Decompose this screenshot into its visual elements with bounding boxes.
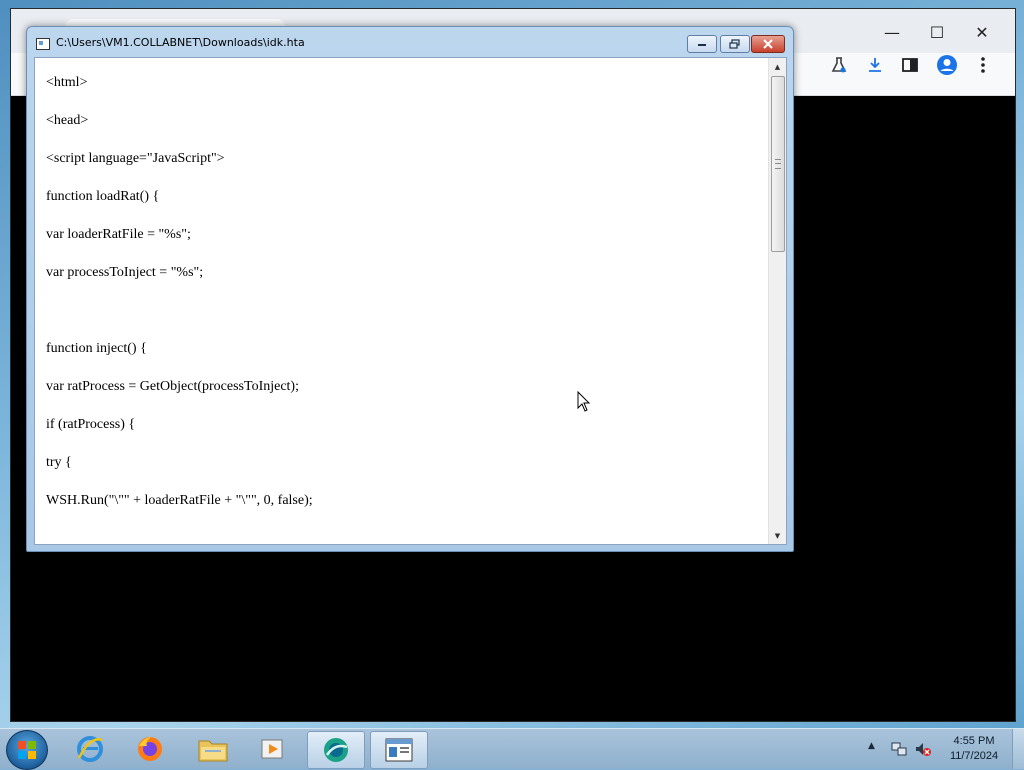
windows-logo-icon [18,741,36,759]
minimize-icon [698,44,706,46]
system-clock[interactable]: 4:55 PM 11/7/2024 [940,734,1008,764]
maximize-button[interactable] [720,35,750,53]
scroll-up-icon[interactable]: ▲ [769,58,786,75]
window-title: C:\Users\VM1.COLLABNET\Downloads\idk.hta [56,36,305,49]
code-line: <html> [46,75,88,90]
code-line: var ratProcess = GetObject(processToInje… [46,379,299,394]
code-line: var processToInject = "%s"; [46,265,204,280]
file-explorer-icon[interactable] [185,731,241,767]
code-line: function loadRat() { [46,189,160,204]
taskbar: ▲ 4:55 PM 11/7/2024 [0,728,1024,770]
mouse-cursor-icon [577,391,591,412]
code-line: function inject() { [46,341,147,356]
hta-content[interactable]: <html> <head> <script language="JavaScri… [34,57,787,545]
browser-icon[interactable] [307,731,365,769]
volume-muted-icon[interactable] [914,740,932,758]
show-hidden-icons-icon[interactable]: ▲ [868,741,875,751]
maximize-icon[interactable]: ☐ [914,19,960,45]
side-panel-icon[interactable] [897,52,923,78]
grip-icon [775,159,781,169]
scroll-thumb[interactable] [771,76,785,252]
code-line: var loaderRatFile = "%s"; [46,227,191,242]
start-button[interactable] [6,730,48,770]
menu-icon[interactable] [970,52,996,78]
clock-date: 11/7/2024 [949,750,999,762]
firefox-icon[interactable] [122,731,178,767]
media-player-icon[interactable] [245,731,301,767]
hta-window: C:\Users\VM1.COLLABNET\Downloads\idk.hta… [26,26,794,552]
close-icon [763,39,773,49]
internet-explorer-icon[interactable] [62,731,118,767]
hta-app-icon [36,38,50,50]
labs-icon[interactable] [826,52,852,78]
code-line: <script language="JavaScript"> [46,151,225,166]
code-line: WSH.Run("\"" + loaderRatFile + "\"", 0, … [46,493,313,508]
minimize-icon[interactable]: — [869,19,915,45]
minimize-button[interactable] [687,35,717,53]
code-line: <head> [46,113,89,128]
show-desktop-button[interactable] [1012,729,1024,769]
download-icon[interactable] [862,52,888,78]
close-button[interactable] [751,35,785,53]
scroll-down-icon[interactable]: ▼ [769,527,786,544]
close-icon[interactable]: ✕ [959,19,1005,45]
code-line: if (ratProcess) { [46,417,136,432]
restore-icon [729,39,740,49]
code-text: <html> <head> <script language="JavaScri… [46,72,766,528]
hta-app-icon[interactable] [370,731,428,769]
network-icon[interactable] [890,740,908,758]
code-line: try { [46,455,72,470]
hta-titlebar[interactable]: C:\Users\VM1.COLLABNET\Downloads\idk.hta [27,27,793,57]
profile-icon[interactable] [934,52,960,78]
vertical-scrollbar[interactable]: ▲ ▼ [768,58,786,544]
clock-time: 4:55 PM [953,735,995,747]
